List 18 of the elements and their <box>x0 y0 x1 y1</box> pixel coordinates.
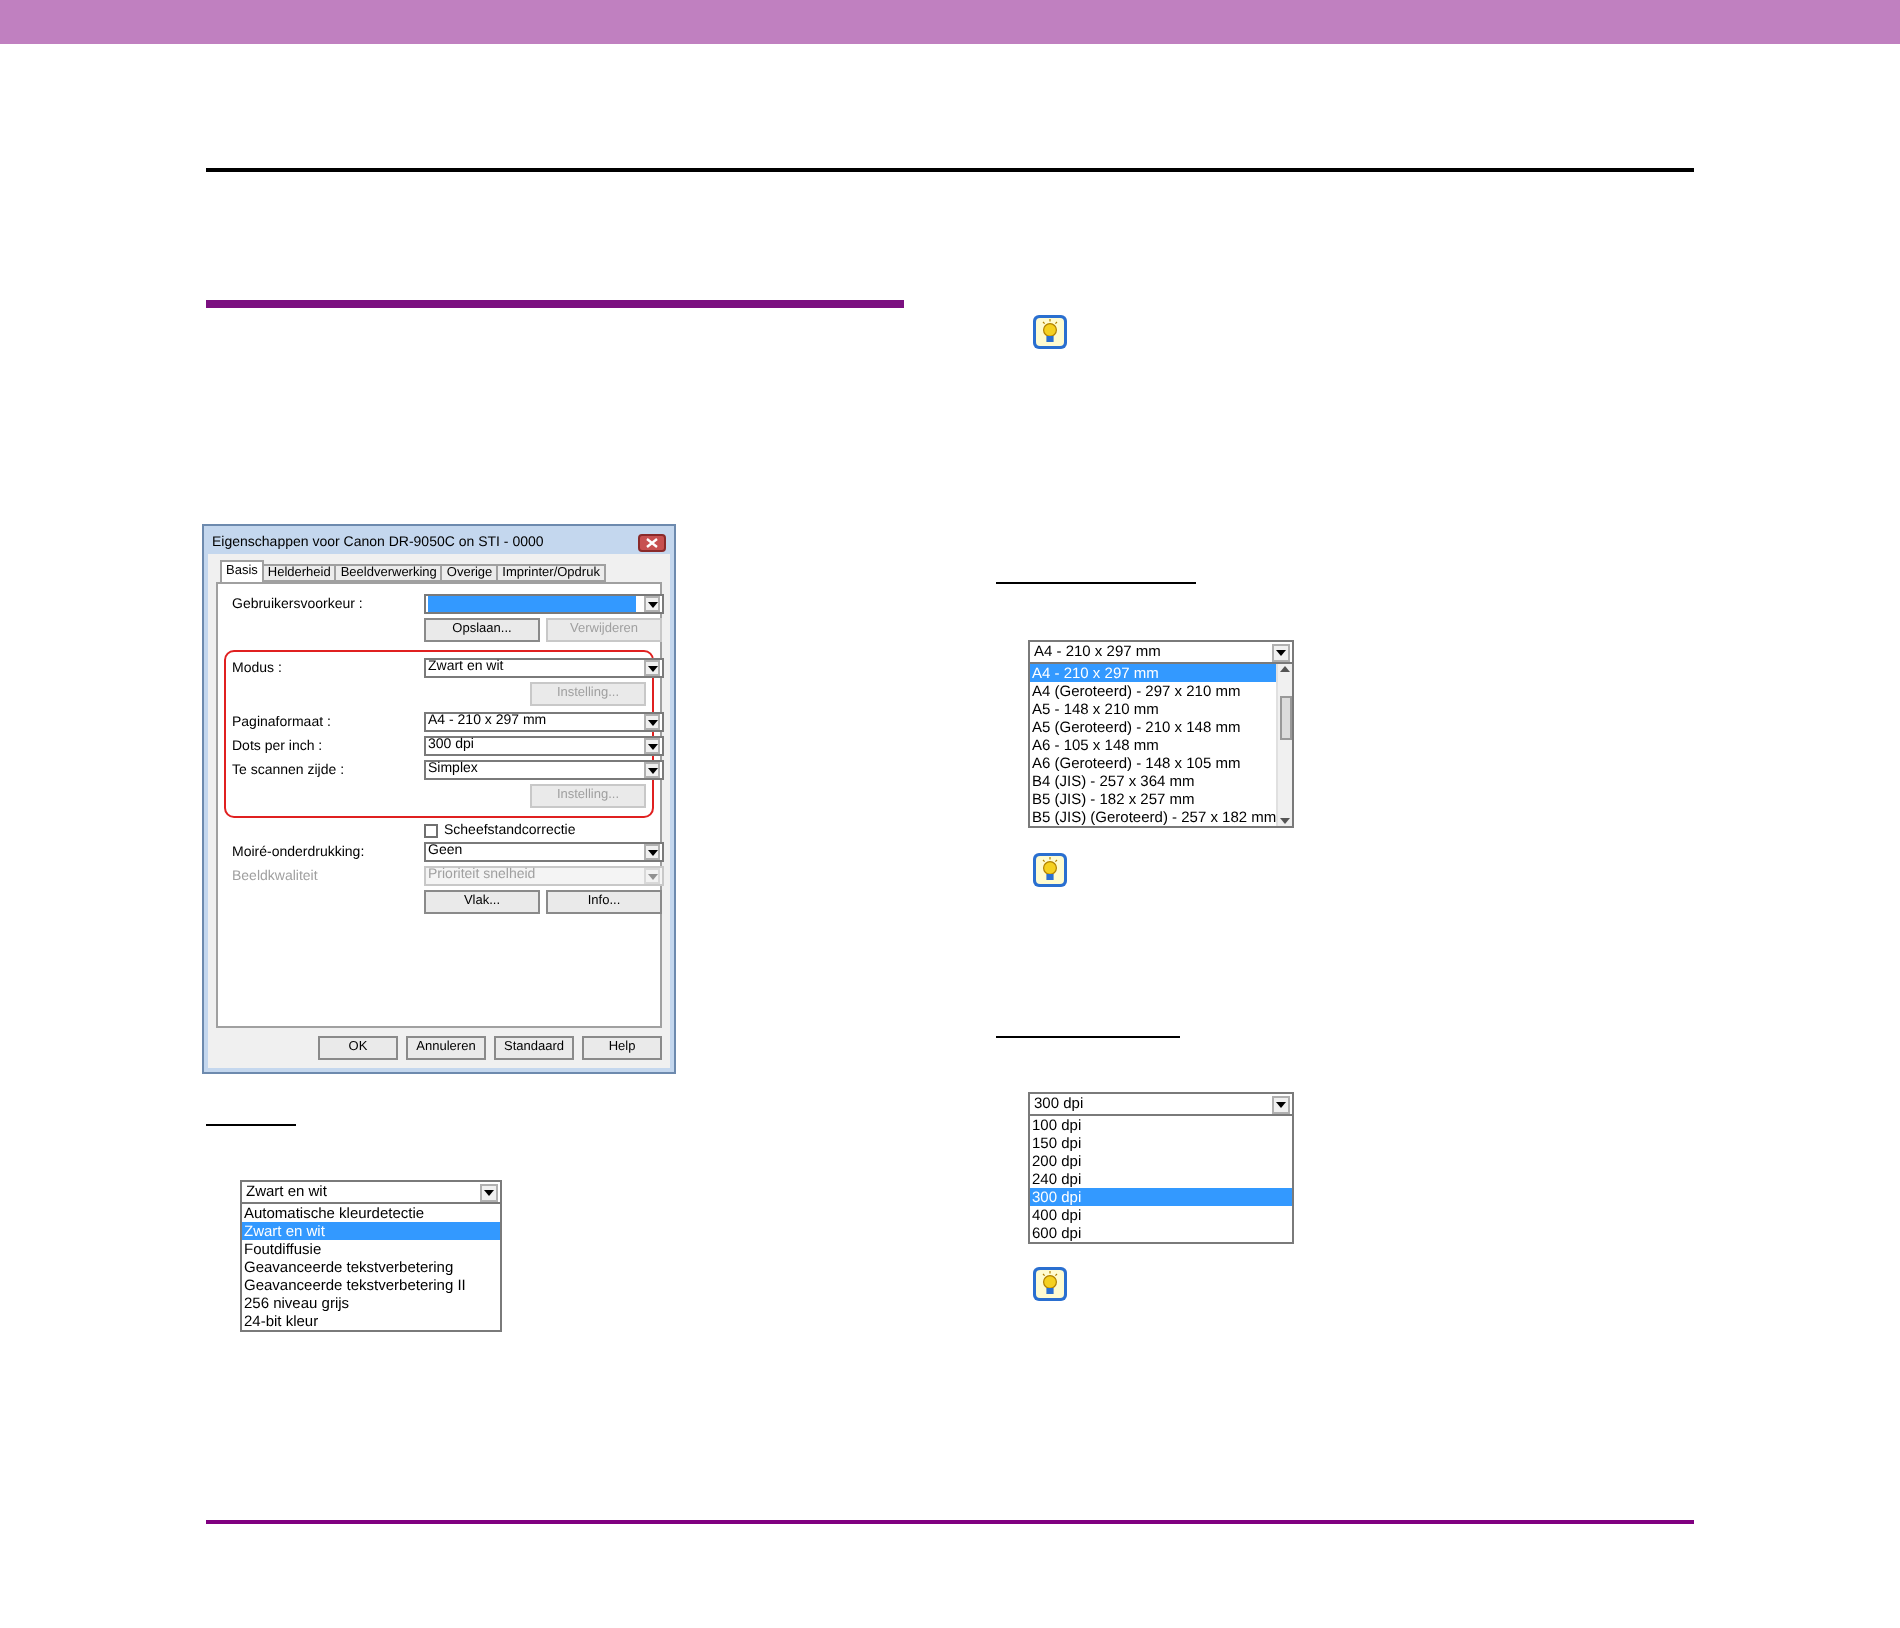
close-icon[interactable] <box>646 537 658 547</box>
dropdown-arrow-icon[interactable] <box>480 1183 498 1201</box>
dropdown-arrow-icon[interactable] <box>644 714 660 730</box>
lightbulb-icon <box>1032 314 1068 350</box>
dropdown-arrow-icon[interactable] <box>644 596 660 612</box>
dropdown-field[interactable] <box>424 594 664 614</box>
dropdown-arrow-icon[interactable] <box>1272 1095 1290 1113</box>
checkbox[interactable] <box>424 824 438 838</box>
dropdown-arrow-icon[interactable] <box>644 660 660 676</box>
dropdown-arrow-icon[interactable] <box>644 762 660 778</box>
lightbulb-icon <box>1032 852 1068 888</box>
close-button[interactable] <box>638 533 666 551</box>
dropdown-arrow-icon[interactable] <box>644 738 660 754</box>
scroll-down-icon[interactable] <box>1280 818 1291 824</box>
scrollbar[interactable] <box>1276 664 1292 826</box>
lightbulb-icon <box>1032 1266 1068 1302</box>
dropdown-arrow-icon[interactable] <box>644 844 660 860</box>
dropdown-arrow-icon[interactable] <box>1272 643 1290 661</box>
